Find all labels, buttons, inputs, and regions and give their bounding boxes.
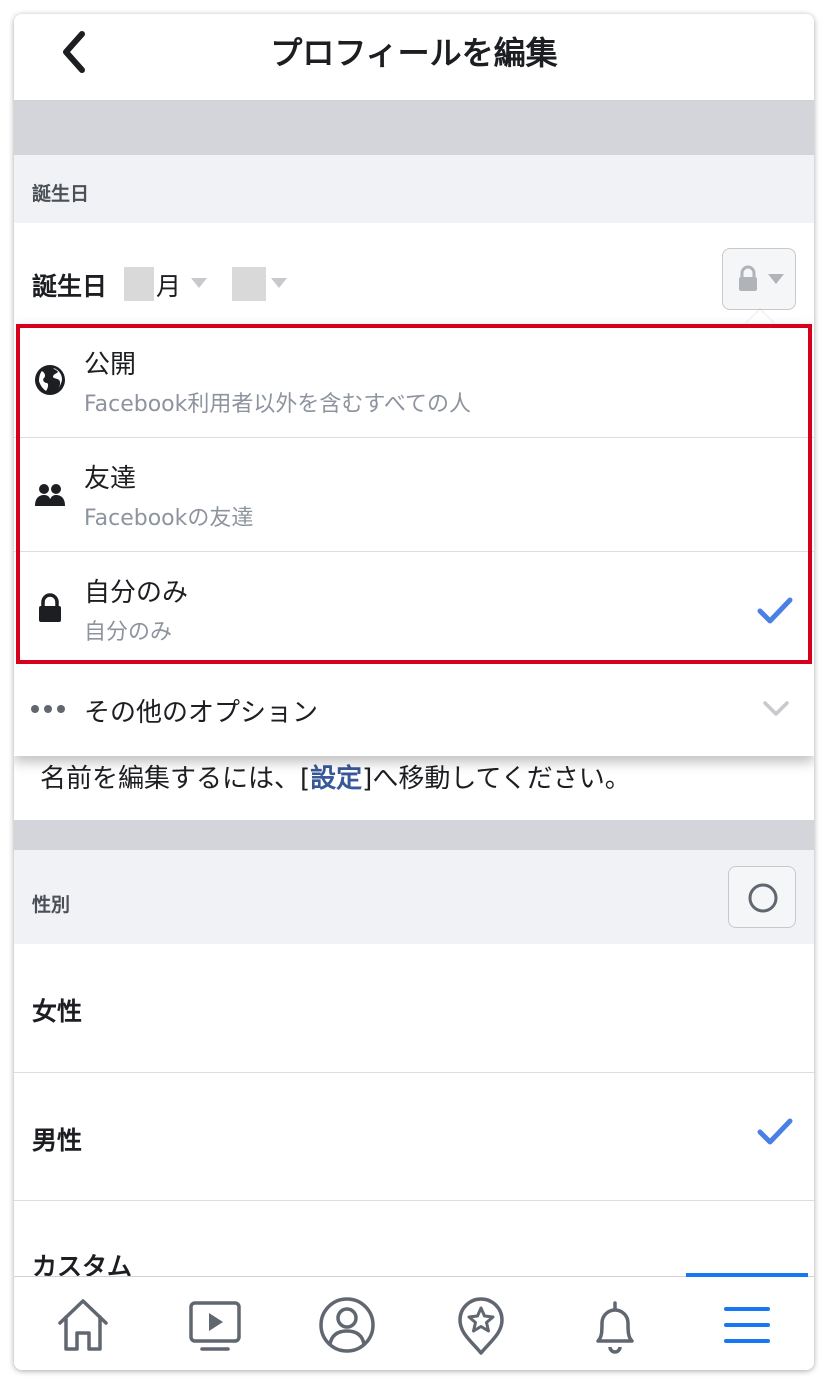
day-value-redacted xyxy=(232,267,266,301)
header: プロフィールを編集 xyxy=(14,14,814,101)
app-frame: プロフィールを編集 誕生日 誕生日 月 名前を編集するには、[設定]へ移動してく… xyxy=(14,14,814,1370)
option-subtitle: Facebook利用者以外を含むすべての人 xyxy=(84,392,471,417)
note-prefix: 名前を編集するには、[ xyxy=(40,764,311,794)
birthday-row: 誕生日 月 xyxy=(14,223,814,323)
lock-icon xyxy=(739,265,757,291)
more-options-label: その他のオプション xyxy=(84,698,319,728)
gender-option-label: 女性 xyxy=(32,997,83,1026)
circle-icon xyxy=(748,883,778,913)
tab-profile[interactable] xyxy=(312,1293,382,1357)
privacy-selector-button[interactable] xyxy=(722,248,796,310)
birthday-field-label: 誕生日 xyxy=(32,272,108,301)
active-tab-indicator xyxy=(686,1273,808,1277)
home-icon xyxy=(58,1299,108,1351)
globe-icon xyxy=(35,365,65,395)
month-dropdown-icon[interactable] xyxy=(190,275,208,294)
page-title: プロフィールを編集 xyxy=(270,34,558,72)
privacy-option-only-me[interactable]: 自分のみ 自分のみ xyxy=(14,552,814,665)
checkmark-icon xyxy=(757,1118,793,1145)
gender-privacy-button[interactable] xyxy=(728,866,796,928)
bell-icon xyxy=(596,1301,634,1354)
privacy-option-friends[interactable]: 友達 Facebookの友達 xyxy=(14,438,814,551)
gender-option-row[interactable]: 女性 xyxy=(14,944,814,1072)
tab-pages[interactable] xyxy=(446,1293,516,1357)
profile-icon xyxy=(319,1297,375,1353)
month-suffix: 月 xyxy=(156,272,182,301)
bottom-tab-bar xyxy=(14,1273,814,1370)
tab-notifications[interactable] xyxy=(580,1293,650,1357)
chevron-down-icon xyxy=(768,274,784,284)
gender-section-label: 性別 xyxy=(32,894,71,916)
option-subtitle: Facebookの友達 xyxy=(84,506,254,531)
settings-link[interactable]: 設定 xyxy=(310,764,362,794)
tab-video[interactable] xyxy=(180,1293,250,1357)
day-dropdown-icon[interactable] xyxy=(270,275,288,294)
birthday-section-label: 誕生日 xyxy=(32,183,90,205)
more-options-row[interactable]: その他のオプション xyxy=(14,664,814,756)
note-suffix: ]へ移動してください。 xyxy=(362,764,631,794)
more-dots-icon xyxy=(31,705,65,713)
privacy-popover: 公開 Facebook利用者以外を含むすべての人 友達 Facebookの友達 … xyxy=(14,324,814,756)
section-separator xyxy=(14,820,814,850)
gender-option-row[interactable]: 男性 xyxy=(14,1073,814,1200)
menu-icon xyxy=(724,1307,770,1343)
name-edit-note: 名前を編集するには、[設定]へ移動してください。 xyxy=(40,758,631,795)
friends-icon xyxy=(35,484,65,506)
gender-option-label: 男性 xyxy=(32,1126,83,1155)
gender-option-row[interactable]: カスタム xyxy=(14,1201,814,1281)
lock-icon xyxy=(39,593,61,622)
option-title: 友達 xyxy=(84,464,137,494)
gender-section-header: 性別 xyxy=(14,850,814,944)
tab-home[interactable] xyxy=(48,1293,118,1357)
pin-star-icon xyxy=(458,1297,504,1355)
tab-menu[interactable] xyxy=(712,1293,782,1357)
option-subtitle: 自分のみ xyxy=(84,620,173,645)
checkmark-icon xyxy=(757,597,793,624)
birthday-section-header: 誕生日 xyxy=(14,155,814,223)
option-title: 自分のみ xyxy=(84,578,189,608)
option-title: 公開 xyxy=(84,350,137,380)
month-value-redacted xyxy=(124,267,154,301)
chevron-down-icon xyxy=(763,701,789,716)
section-separator xyxy=(14,101,814,155)
video-icon xyxy=(189,1301,241,1351)
privacy-option-public[interactable]: 公開 Facebook利用者以外を含むすべての人 xyxy=(14,324,814,437)
